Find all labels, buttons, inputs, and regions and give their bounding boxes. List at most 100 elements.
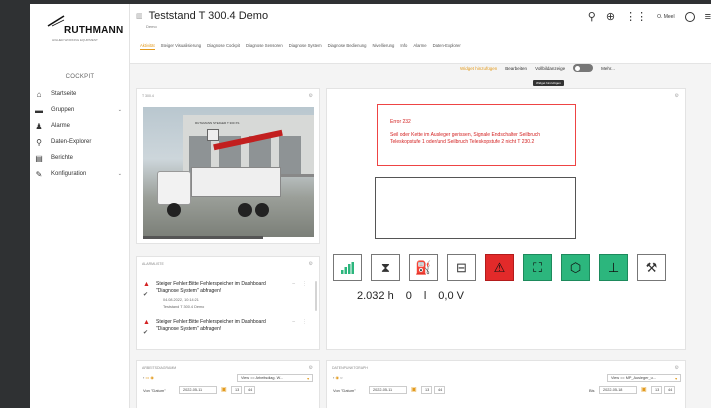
edit-button[interactable]: Bearbeiten — [505, 66, 527, 71]
frame-icon[interactable]: ⛶ — [523, 254, 552, 281]
gear-icon[interactable]: ⚙ — [675, 365, 679, 371]
alarm-source: Teststand T 300.4 Demo — [163, 305, 205, 309]
reading-value: 0 — [405, 290, 412, 302]
crane-icon[interactable]: ⚒ — [637, 254, 666, 281]
fuel-unit-value: l — [423, 290, 427, 302]
widget-nav-icons[interactable]: ‹ ▭ ◉ — [143, 375, 154, 380]
page-title: Teststand T 300.4 Demo — [148, 10, 269, 22]
tab-diagnose-bedienung[interactable]: Diagnose Bedienung — [328, 43, 367, 50]
sidebar-item-alarme[interactable]: ♟ Alarme — [30, 118, 130, 134]
tab-daten-explorer[interactable]: Daten-Explorer — [433, 43, 461, 50]
calendar-icon[interactable]: ▣ — [641, 386, 647, 393]
device-icon: ▥ — [136, 13, 143, 20]
minute-field[interactable]: 44 — [244, 386, 255, 394]
outrigger-icon[interactable]: ⊥ — [599, 254, 628, 281]
report-icon: ▤ — [35, 153, 43, 163]
sidebar: RUTHMANN HIGHER WORKING EQUIPMENT COCKPI… — [30, 4, 130, 408]
error-message: Seil oder Kette im Ausleger gerissen, Si… — [390, 132, 541, 145]
tab-diagnose-system[interactable]: Diagnose System — [289, 43, 322, 50]
view-select[interactable]: View == Arbeitsdiag. W... ▾ — [237, 374, 313, 382]
image-scrollbar[interactable] — [143, 236, 263, 239]
sidebar-item-label: Alarme — [51, 123, 71, 129]
alarm-scrollbar[interactable] — [315, 281, 317, 311]
gear-icon[interactable]: ⚙ — [309, 261, 313, 267]
tab-diagnose-cockpit[interactable]: Diagnose Cockpit — [207, 43, 240, 50]
sidebar-item-berichte[interactable]: ▤ Berichte — [30, 150, 130, 166]
chevron-down-icon: ⌄ — [117, 171, 122, 177]
sidebar-item-daten-explorer[interactable]: ⚲ Daten-Explorer — [30, 134, 130, 150]
alarm-date: 04.08.2022, 10:14:21 — [163, 298, 199, 302]
machine-readings: 2.032 h 0 l 0,0 V — [357, 290, 464, 302]
sidebar-nav: ⌂ Startseite ▬ Gruppen ⌄ ♟ Alarme ⚲ Date… — [30, 86, 130, 182]
widget-nav-icons[interactable]: ‹ ◉ ○ — [333, 375, 342, 380]
from-date-field[interactable]: 2022-05-11 — [179, 386, 217, 394]
avatar[interactable] — [684, 11, 695, 22]
list-item[interactable]: ▲ ✔ Steiger Fehler:Bitte Fehlerspeicher … — [143, 319, 313, 347]
signal-icon[interactable] — [333, 254, 362, 281]
brand-tagline: HIGHER WORKING EQUIPMENT — [52, 38, 98, 42]
minute-field[interactable]: 44 — [434, 386, 445, 394]
tab-alarme[interactable]: Alarme — [413, 43, 426, 50]
logo[interactable]: RUTHMANN HIGHER WORKING EQUIPMENT — [46, 14, 126, 44]
tab-steiger-visualisierung[interactable]: Steiger Visualisierung — [161, 43, 201, 50]
from-label: Von "Datum" — [143, 388, 166, 393]
tab-diagnose-sensoren[interactable]: Diagnose Sensoren — [246, 43, 283, 50]
error-message-box: Error 232 Seil oder Kette im Ausleger ge… — [377, 104, 576, 166]
error-title: Error 232 — [390, 119, 411, 125]
chevron-down-icon: ▾ — [307, 376, 309, 381]
status-tiles: ⧗ ⛽ ⊟ ⚠ ⛶ ⬡ ⊥ ⚒ — [333, 254, 666, 281]
check-icon: ✔ — [143, 330, 149, 336]
add-widget-button[interactable]: Widget hinzufügen — [460, 66, 497, 71]
apps-grid-icon[interactable]: ⋮⋮ — [625, 10, 647, 23]
sidebar-item-startseite[interactable]: ⌂ Startseite — [30, 86, 130, 102]
menu-icon[interactable]: ≡ — [705, 11, 711, 23]
alarm-text: Steiger Fehler:Bitte Fehlerspeicher im D… — [156, 281, 266, 294]
gear-icon[interactable]: ⚙ — [309, 93, 313, 99]
empty-display-box — [375, 177, 576, 239]
engine-icon[interactable]: ⬡ — [561, 254, 590, 281]
user-name[interactable]: O. Meel — [657, 14, 675, 20]
title-row: ▥ Teststand T 300.4 Demo — [136, 10, 268, 22]
more-icon[interactable]: ⋮ — [302, 281, 307, 287]
datapoint-graph-widget: DATENPUNKTGRAPH ⚙ ‹ ◉ ○ View == MP_Ausle… — [326, 360, 686, 408]
hour-field[interactable]: 13 — [231, 386, 242, 394]
search-icon[interactable]: ⚲ — [588, 10, 596, 23]
logo-mark-icon — [47, 15, 65, 27]
calendar-icon[interactable]: ▣ — [221, 386, 227, 393]
tab-aktivitaet[interactable]: Aktivität — [140, 43, 155, 50]
gear-icon[interactable]: ⚙ — [309, 365, 313, 371]
to-hour-field[interactable]: 13 — [651, 386, 662, 394]
gear-icon[interactable]: ⚙ — [675, 93, 679, 99]
tab-nivellierung[interactable]: Nivellierung — [372, 43, 394, 50]
view-select[interactable]: View == MP_Ausleger_u... ▾ — [607, 374, 681, 382]
to-label: Bis — [589, 388, 595, 393]
more-button[interactable]: Mehr... — [601, 66, 615, 71]
sidebar-item-gruppen[interactable]: ▬ Gruppen ⌄ — [30, 102, 130, 118]
to-date-field[interactable]: 2022-05-18 — [599, 386, 637, 394]
calendar-icon[interactable]: ▣ — [411, 386, 417, 393]
tab-info[interactable]: Info — [400, 43, 407, 50]
bell-icon: ♟ — [35, 121, 43, 131]
tooltip: Widget hinzufügen — [533, 80, 564, 86]
fuel-icon[interactable]: ⛽ — [409, 254, 438, 281]
dash-icon: – — [292, 281, 295, 287]
from-date-field[interactable]: 2022-05-11 — [369, 386, 407, 394]
add-icon[interactable]: ⊕ — [606, 10, 615, 23]
more-icon[interactable]: ⋮ — [302, 319, 307, 325]
widget-title: T 300.4 — [142, 94, 154, 98]
hour-field[interactable]: 13 — [421, 386, 432, 394]
to-minute-field[interactable]: 44 — [664, 386, 675, 394]
brand-name: RUTHMANN — [64, 25, 124, 36]
chevron-down-icon: ▾ — [675, 376, 677, 381]
dashboard-actions: Widget hinzufügen Bearbeiten Vollbildanz… — [460, 64, 615, 72]
header: ▥ Teststand T 300.4 Demo Demo ⚲ ⊕ ⋮⋮ O. … — [130, 4, 711, 64]
sidebar-item-label: Daten-Explorer — [51, 139, 92, 145]
hourglass-icon[interactable]: ⧗ — [371, 254, 400, 281]
battery-icon[interactable]: ⊟ — [447, 254, 476, 281]
fullscreen-toggle[interactable] — [573, 64, 594, 72]
sidebar-item-konfiguration[interactable]: ✎ Konfiguration ⌄ — [30, 166, 130, 182]
warning-icon[interactable]: ⚠ — [485, 254, 514, 281]
widget-title: ALARMLISTE — [142, 262, 164, 266]
voltage-value: 0,0 V — [438, 290, 464, 302]
alarm-text: Steiger Fehler:Bitte Fehlerspeicher im D… — [156, 319, 266, 332]
